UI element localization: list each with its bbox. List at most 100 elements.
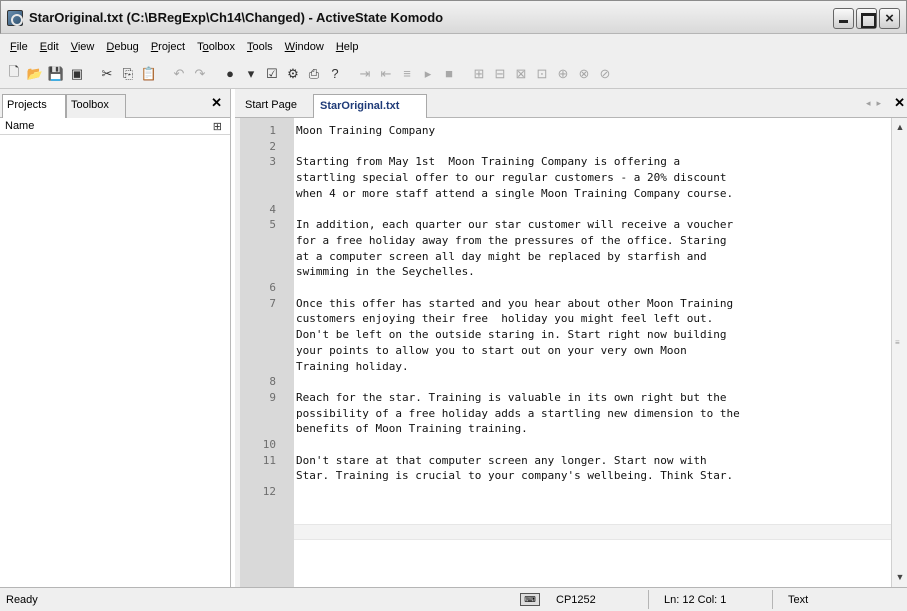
undo-icon[interactable]: ↶ bbox=[170, 65, 188, 83]
redo-icon[interactable]: ↷ bbox=[191, 65, 209, 83]
text-line: swimming in the Seychelles. bbox=[296, 265, 475, 279]
menu-bar: File Edit View Debug Project Toolbox Tools Wind… bbox=[0, 34, 907, 59]
text-line: Don't stare at that computer screen any … bbox=[296, 453, 707, 467]
menu-edit[interactable]: Edit bbox=[34, 41, 65, 53]
text-line bbox=[296, 374, 740, 390]
menu-file[interactable]: File bbox=[4, 41, 34, 53]
editor-text-area[interactable]: Moon Training Company Starting from May … bbox=[294, 118, 891, 587]
line-number: 10 bbox=[262, 438, 276, 452]
line-number bbox=[240, 327, 276, 343]
debug-step-out-icon[interactable]: ⊕ bbox=[554, 65, 572, 83]
left-pane: Projects Toolbox ✕ Name ⊞ bbox=[0, 89, 231, 587]
text-line: at a computer screen all day might be re… bbox=[296, 249, 707, 263]
project-tree-header[interactable]: Name ⊞ bbox=[0, 118, 230, 135]
text-line: when 4 or more staff attend a single Moo… bbox=[296, 186, 734, 200]
text-line: Starting from May 1st Moon Training Comp… bbox=[296, 155, 681, 169]
title-bar: StarOriginal.txt (C:\BRegExp\Ch14\Change… bbox=[0, 0, 907, 34]
text-line: benefits of Moon Training training. bbox=[296, 422, 528, 436]
tab-toolbox[interactable]: Toolbox bbox=[66, 94, 126, 118]
komodo-app-icon[interactable] bbox=[7, 10, 23, 26]
new-file-icon[interactable]: 🗋 bbox=[5, 64, 23, 83]
tab-start-page[interactable]: Start Page bbox=[239, 94, 312, 118]
menu-toolbox[interactable]: Toolbox bbox=[191, 41, 241, 53]
paste-icon[interactable]: 📋 bbox=[140, 65, 158, 83]
menu-debug[interactable]: Debug bbox=[100, 41, 144, 53]
line-number: 4 bbox=[269, 202, 276, 216]
text-line: Once this offer has started and you hear… bbox=[296, 296, 734, 310]
text-line bbox=[296, 280, 740, 296]
print-icon[interactable]: ⎙ bbox=[305, 65, 323, 83]
text-line bbox=[296, 202, 740, 218]
line-number: 11 bbox=[262, 453, 276, 467]
text-line: In addition, each quarter our star custo… bbox=[296, 218, 734, 232]
line-number bbox=[240, 468, 276, 484]
dropdown-arrow-icon[interactable]: ▾ bbox=[242, 65, 260, 83]
help-icon[interactable]: ? bbox=[326, 65, 344, 83]
vertical-scrollbar[interactable]: ▲ ≡ ▼ bbox=[891, 118, 907, 587]
language-label[interactable]: Text bbox=[788, 594, 808, 606]
line-number bbox=[240, 233, 276, 249]
document-text: Moon Training Company Starting from May … bbox=[296, 123, 740, 500]
window-controls: × bbox=[833, 8, 900, 29]
line-number bbox=[240, 343, 276, 359]
text-line: possibility of a free holiday adds a sta… bbox=[296, 406, 740, 420]
menu-project[interactable]: Project bbox=[145, 41, 191, 53]
window-title: StarOriginal.txt (C:\BRegExp\Ch14\Change… bbox=[29, 10, 444, 25]
debug-go-icon[interactable]: ⊞ bbox=[470, 65, 488, 83]
debug-detach-icon[interactable]: ⊘ bbox=[596, 65, 614, 83]
run-icon[interactable]: ⚙ bbox=[284, 65, 302, 83]
left-pane-tabs: Projects Toolbox ✕ bbox=[0, 89, 230, 118]
debug-run-to-cursor-icon[interactable]: ⊗ bbox=[575, 65, 593, 83]
menu-window[interactable]: Window bbox=[279, 41, 330, 53]
line-number bbox=[240, 406, 276, 422]
close-window-button[interactable]: × bbox=[879, 8, 900, 29]
check-syntax-icon[interactable]: ☑ bbox=[263, 65, 281, 83]
line-number bbox=[240, 421, 276, 437]
text-line: Moon Training Company bbox=[296, 124, 436, 137]
text-line: customers enjoying their free holiday yo… bbox=[296, 312, 714, 326]
save-icon[interactable]: 💾 bbox=[47, 65, 65, 83]
play-icon[interactable]: ▸ bbox=[419, 65, 437, 83]
line-number: 7 bbox=[269, 296, 276, 310]
line-number: 8 bbox=[269, 375, 276, 389]
debug-step-in-icon[interactable]: ⊠ bbox=[512, 65, 530, 83]
encoding-icon[interactable]: ⌨ bbox=[520, 593, 540, 606]
column-picker-icon[interactable]: ⊞ bbox=[213, 120, 222, 133]
text-line: for a free holiday away from the pressur… bbox=[296, 233, 727, 247]
tab-scroll-arrows-icon[interactable]: ◂▸ bbox=[866, 98, 887, 109]
scroll-down-arrow-icon[interactable]: ▼ bbox=[893, 570, 907, 585]
debug-step-over-icon[interactable]: ⊡ bbox=[533, 65, 551, 83]
cut-icon[interactable]: ✂ bbox=[98, 65, 116, 83]
save-all-icon[interactable]: ▣ bbox=[68, 65, 86, 83]
line-number bbox=[240, 186, 276, 202]
menu-tools[interactable]: Tools bbox=[241, 41, 279, 53]
record-macro-icon[interactable]: ● bbox=[221, 65, 239, 83]
maximize-button[interactable] bbox=[856, 8, 877, 29]
stop-icon[interactable]: ■ bbox=[440, 65, 458, 83]
menu-view[interactable]: View bbox=[65, 41, 101, 53]
line-number: 1 bbox=[269, 124, 276, 137]
dedent-icon[interactable]: ⇤ bbox=[377, 65, 395, 83]
text-line: your points to allow you to start out on… bbox=[296, 343, 687, 357]
menu-help[interactable]: Help bbox=[330, 41, 365, 53]
scrollbar-grip-icon[interactable]: ≡ bbox=[895, 338, 900, 347]
line-number bbox=[240, 249, 276, 265]
minimize-button[interactable] bbox=[833, 8, 854, 29]
indent-icon[interactable]: ⇥ bbox=[356, 65, 374, 83]
copy-icon[interactable]: ⎘ bbox=[119, 65, 137, 83]
open-file-icon[interactable]: 📂 bbox=[26, 65, 44, 83]
close-pane-icon[interactable]: ✕ bbox=[211, 95, 222, 111]
comment-icon[interactable]: ≡ bbox=[398, 65, 416, 83]
line-number: 12 bbox=[262, 485, 276, 499]
debug-break-icon[interactable]: ⊟ bbox=[491, 65, 509, 83]
close-tab-icon[interactable]: ✕ bbox=[894, 95, 905, 111]
tab-staroriginal-txt[interactable]: StarOriginal.txt bbox=[313, 94, 427, 118]
text-line bbox=[296, 437, 740, 453]
encoding-label[interactable]: CP1252 bbox=[556, 594, 596, 606]
tab-projects[interactable]: Projects bbox=[2, 94, 66, 118]
line-number bbox=[240, 359, 276, 375]
line-number: 3 bbox=[269, 155, 276, 169]
cursor-position: Ln: 12 Col: 1 bbox=[664, 594, 727, 606]
scroll-up-arrow-icon[interactable]: ▲ bbox=[893, 120, 907, 135]
line-number-gutter: 123 45 67 89 10 11 12 bbox=[240, 118, 294, 587]
